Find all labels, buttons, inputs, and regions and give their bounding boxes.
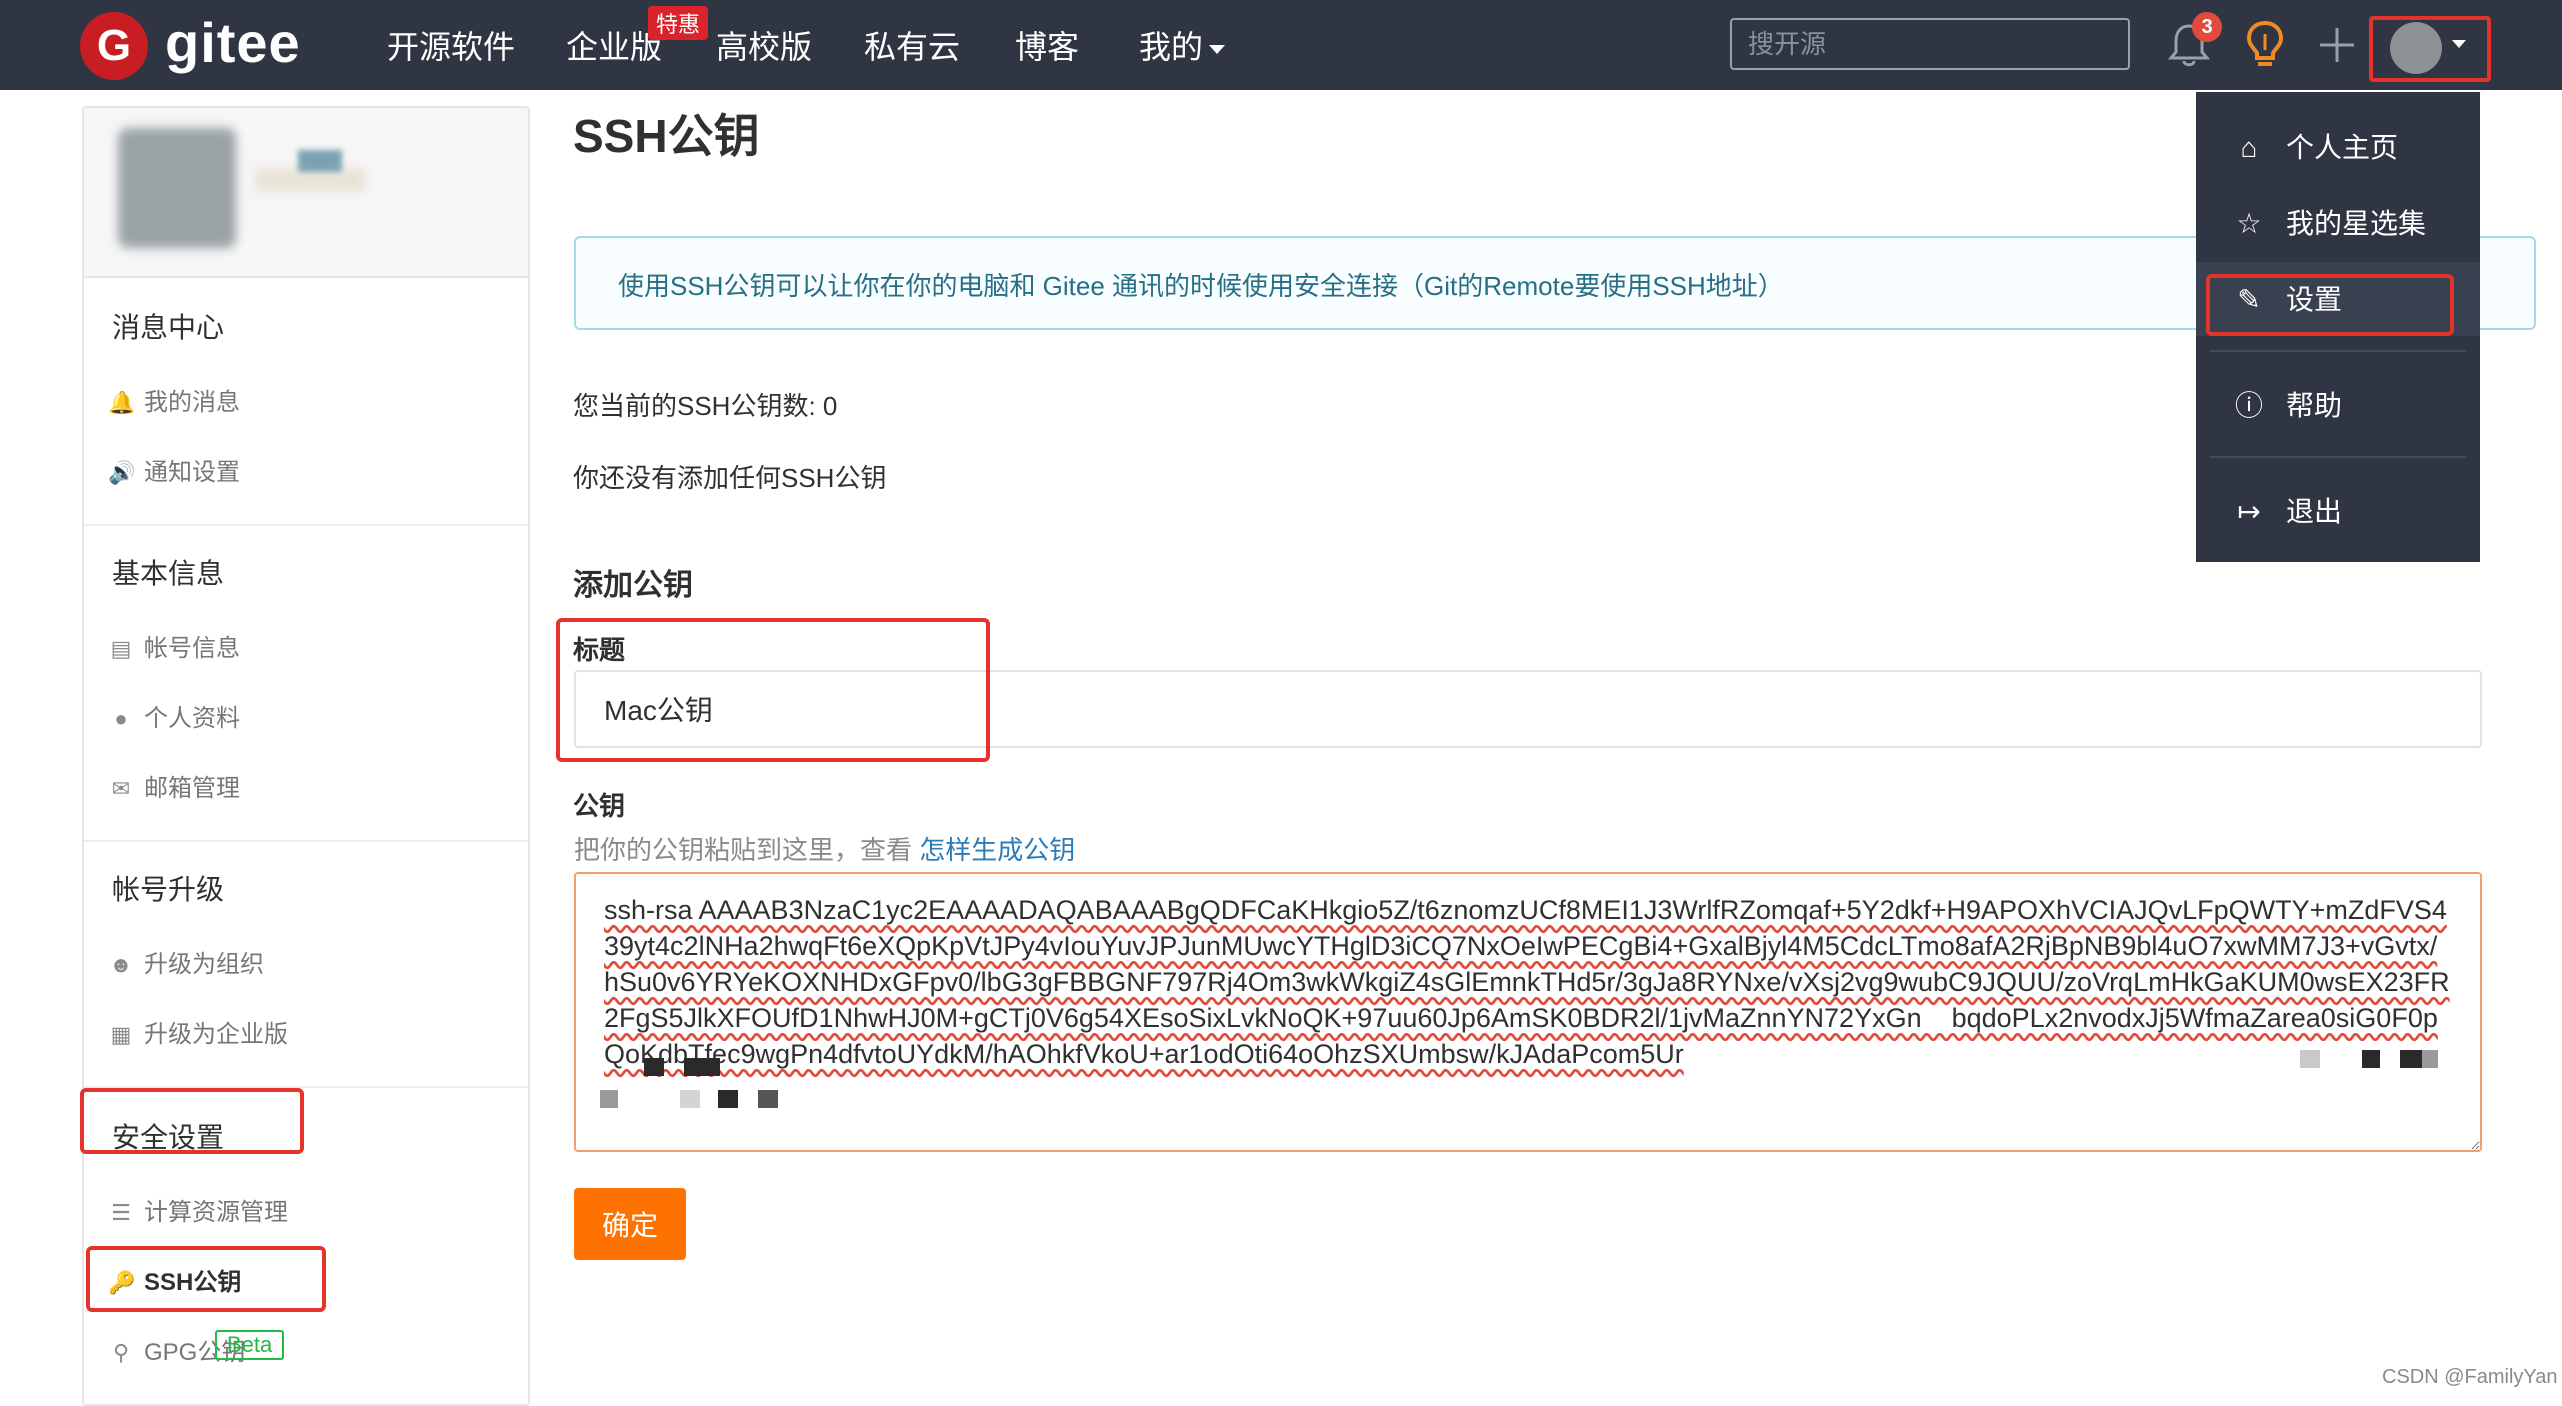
info-message-text: 使用SSH公钥可以让你在你的电脑和 Gitee 通讯的时候使用安全连接（Git的… <box>618 271 1784 301</box>
sidebar-item-notification-settings[interactable]: 🔊 通知设置 <box>108 452 240 487</box>
bell-icon: 🔔 <box>108 390 136 415</box>
redaction-pixel <box>758 1090 778 1108</box>
watermark: CSDN @FamilyYan <box>2382 1366 2558 1388</box>
ssh-keys-highlight-box <box>86 1246 326 1312</box>
lightbulb-icon[interactable] <box>2246 20 2284 70</box>
public-key-label: 公钥 <box>573 791 626 821</box>
add-key-heading: 添加公钥 <box>573 569 693 602</box>
dropdown-item-starred[interactable]: ☆ 我的星选集 <box>2232 202 2426 242</box>
redaction-pixel <box>600 1090 618 1108</box>
sidebar-item-email[interactable]: ✉ 邮箱管理 <box>108 768 240 803</box>
ssh-key-count: 您当前的SSH公钥数: 0 <box>573 391 838 421</box>
divider <box>84 524 528 526</box>
search-input[interactable] <box>1730 18 2130 70</box>
public-key-hint-text: 把你的公钥粘贴到这里，查看 <box>574 835 920 865</box>
beta-badge: Beta <box>215 1330 285 1360</box>
dropdown-divider <box>2210 350 2466 352</box>
help-icon: ⓘ <box>2234 390 2263 421</box>
redaction-pixel <box>680 1090 700 1108</box>
dropdown-item-help[interactable]: ⓘ 帮助 <box>2232 384 2342 424</box>
notification-count-badge: 3 <box>2192 12 2222 42</box>
confirm-button[interactable]: 确定 <box>574 1188 686 1260</box>
sidebar-item-compute-resources[interactable]: ☰ 计算资源管理 <box>108 1192 288 1227</box>
redaction-pixel <box>2300 1050 2320 1068</box>
security-settings-highlight-box <box>80 1088 304 1154</box>
plus-icon[interactable] <box>2318 26 2356 64</box>
building-icon: ▦ <box>110 1022 132 1047</box>
gitee-logo-text[interactable]: gitee <box>165 10 301 75</box>
user-icon: ● <box>114 706 128 731</box>
section-basic-info: 基本信息 <box>112 558 225 589</box>
redaction-pixel <box>684 1058 720 1076</box>
divider <box>84 840 528 842</box>
nav-blog[interactable]: 博客 <box>1015 22 1079 68</box>
redaction-pixel <box>644 1058 664 1076</box>
caret-down-icon <box>1209 45 1226 55</box>
sidebar-item-profile[interactable]: ● 个人资料 <box>108 698 240 733</box>
avatar-highlight-box <box>2369 16 2491 82</box>
nav-mine[interactable]: 我的 <box>1139 22 1226 68</box>
title-highlight-box <box>556 618 990 762</box>
gpg-key-icon: ⚲ <box>112 1340 130 1365</box>
no-key-message: 你还没有添加任何SSH公钥 <box>573 463 887 493</box>
public-key-hint: 把你的公钥粘贴到这里，查看 怎样生成公钥 <box>574 830 1075 867</box>
blurred-avatar <box>118 128 236 248</box>
gitee-logo-icon[interactable]: G <box>80 12 148 80</box>
redaction-pixel <box>2400 1050 2422 1068</box>
how-to-generate-link[interactable]: 怎样生成公钥 <box>919 835 1075 865</box>
sidebar-item-account-info[interactable]: ▤ 帐号信息 <box>108 628 240 663</box>
redaction-pixel <box>2422 1050 2438 1068</box>
mail-icon: ✉ <box>111 776 131 801</box>
id-card-icon: ▤ <box>110 636 132 661</box>
dropdown-item-homepage[interactable]: ⌂ 个人主页 <box>2232 126 2398 166</box>
star-icon: ☆ <box>2236 208 2262 239</box>
speaker-icon: 🔊 <box>108 460 136 485</box>
sidebar-item-upgrade-org[interactable]: ☻ 升级为组织 <box>108 944 264 979</box>
section-account-upgrade: 帐号升级 <box>112 874 225 905</box>
sidebar-item-my-messages[interactable]: 🔔 我的消息 <box>108 382 240 417</box>
home-icon: ⌂ <box>2240 132 2258 163</box>
promo-badge: 特惠 <box>648 6 709 40</box>
server-icon: ☰ <box>111 1200 131 1225</box>
nav-mine-label: 我的 <box>1139 29 1204 65</box>
nav-private-cloud[interactable]: 私有云 <box>864 22 960 68</box>
nav-education[interactable]: 高校版 <box>716 22 812 68</box>
nav-open-source[interactable]: 开源软件 <box>387 22 515 68</box>
page-title: SSH公钥 <box>573 110 760 162</box>
public-key-textarea[interactable]: ssh-rsa AAAAB3NzaC1yc2EAAAADAQABAAABgQDF… <box>574 872 2482 1152</box>
section-message-center: 消息中心 <box>112 312 225 343</box>
settings-highlight-box <box>2206 274 2454 336</box>
users-icon: ☻ <box>109 952 133 977</box>
dropdown-divider <box>2210 456 2466 458</box>
blurred-username-part <box>298 150 342 172</box>
dropdown-item-logout[interactable]: ↦ 退出 <box>2232 490 2342 530</box>
sidebar-item-upgrade-enterprise[interactable]: ▦ 升级为企业版 <box>108 1014 288 1049</box>
logout-icon: ↦ <box>2237 496 2261 527</box>
redaction-pixel <box>2362 1050 2380 1068</box>
redaction-pixel <box>718 1090 738 1108</box>
